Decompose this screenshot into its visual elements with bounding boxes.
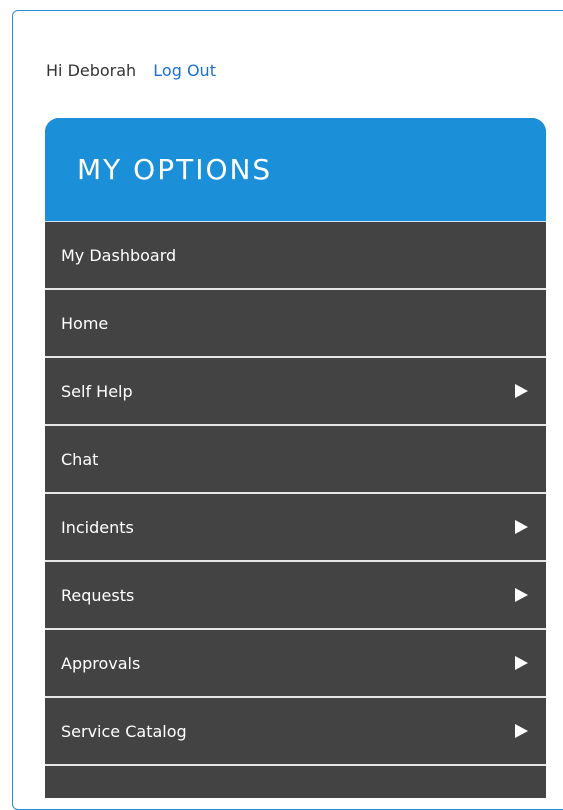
menu-item-incidents[interactable]: Incidents bbox=[45, 494, 546, 562]
user-greeting: Hi Deborah Log Out bbox=[46, 61, 216, 80]
menu-item-label: Self Help bbox=[61, 381, 133, 401]
triangle-right-icon bbox=[515, 588, 528, 602]
menu-item-label: Service Catalog bbox=[61, 721, 187, 741]
menu-item-home[interactable]: Home bbox=[45, 290, 546, 358]
triangle-right-icon bbox=[515, 656, 528, 670]
menu-item-label: Chat bbox=[61, 449, 99, 469]
menu-item-requests[interactable]: Requests bbox=[45, 562, 546, 630]
menu-title: MY OPTIONS bbox=[77, 153, 273, 186]
menu-item-chat[interactable]: Chat bbox=[45, 426, 546, 494]
menu-item-label: My Dashboard bbox=[61, 245, 177, 265]
menu-list: My Dashboard Home Self Help Chat Inciden… bbox=[45, 222, 546, 798]
menu-item-more[interactable] bbox=[45, 766, 546, 798]
menu-header: MY OPTIONS bbox=[45, 118, 546, 222]
menu-item-label: Approvals bbox=[61, 653, 141, 673]
triangle-right-icon bbox=[515, 520, 528, 534]
logout-link[interactable]: Log Out bbox=[153, 61, 216, 80]
options-menu: MY OPTIONS My Dashboard Home Self Help C… bbox=[45, 118, 546, 798]
menu-item-label: Incidents bbox=[61, 517, 134, 537]
menu-item-approvals[interactable]: Approvals bbox=[45, 630, 546, 698]
menu-item-service-catalog[interactable]: Service Catalog bbox=[45, 698, 546, 766]
menu-item-label: Home bbox=[61, 313, 109, 333]
triangle-right-icon bbox=[515, 384, 528, 398]
greeting-text: Hi Deborah bbox=[46, 61, 137, 80]
menu-item-self-help[interactable]: Self Help bbox=[45, 358, 546, 426]
triangle-right-icon bbox=[515, 724, 528, 738]
menu-item-my-dashboard[interactable]: My Dashboard bbox=[45, 222, 546, 290]
menu-item-label: Requests bbox=[61, 585, 135, 605]
